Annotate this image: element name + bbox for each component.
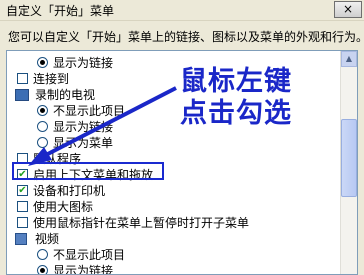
checkbox-unchecked-icon[interactable] <box>17 201 28 212</box>
list-item-label: 显示为菜单 <box>53 136 114 150</box>
list-item-label: 显示为链接 <box>53 264 114 275</box>
vertical-scrollbar[interactable]: ▲ <box>340 51 357 274</box>
list-item-checkbox[interactable]: ✔ 设备和打印机 <box>7 183 337 199</box>
radio-unselected-icon[interactable] <box>37 249 48 260</box>
list-item-label: 使用鼠标指针在菜单上暂停时打开子菜单 <box>33 216 250 230</box>
list-item-label: 不显示此项目 <box>53 248 126 262</box>
radio-unselected-icon[interactable] <box>37 121 48 132</box>
list-item-label: 录制的电视 <box>35 88 96 102</box>
list-item-checkbox[interactable]: 使用鼠标指针在菜单上暂停时打开子菜单 <box>7 215 337 231</box>
annotation-line-1: 鼠标左键 <box>180 66 292 97</box>
annotation-text: 鼠标左键 点击勾选 <box>180 66 292 130</box>
radio-selected-icon[interactable] <box>37 57 48 68</box>
checkbox-checked-icon[interactable]: ✔ <box>17 185 28 196</box>
highlight-box <box>12 162 164 180</box>
list-item-radio[interactable]: 显示为菜单 <box>7 135 337 151</box>
title-bar: 自定义「开始」菜单 × <box>0 0 364 21</box>
list-item-label: 不显示此项目 <box>53 104 126 118</box>
list-item-radio[interactable]: 不显示此项目 <box>7 247 337 263</box>
dialog-description: 您可以自定义「开始」菜单上的链接、图标以及菜单的外观和行为。 <box>8 30 364 44</box>
video-icon <box>15 233 27 245</box>
list-section-header: 视频 <box>7 231 337 247</box>
list-item-label: 设备和打印机 <box>33 184 106 198</box>
annotation-line-2: 点击勾选 <box>180 98 292 129</box>
list-item-label: 连接到 <box>33 72 70 86</box>
scroll-thumb[interactable] <box>341 119 357 197</box>
close-button[interactable]: × <box>334 1 362 18</box>
checkbox-unchecked-icon[interactable] <box>17 217 28 228</box>
scroll-up-arrow-icon[interactable]: ▲ <box>341 51 357 67</box>
radio-unselected-icon[interactable] <box>37 137 48 148</box>
window-title: 自定义「开始」菜单 <box>6 4 115 18</box>
list-item-radio[interactable]: 显示为链接 <box>7 263 337 275</box>
radio-selected-icon[interactable] <box>37 105 48 116</box>
list-item-label: 显示为链接 <box>53 56 114 70</box>
customize-start-menu-dialog: 自定义「开始」菜单 × 您可以自定义「开始」菜单上的链接、图标以及菜单的外观和行… <box>0 0 364 275</box>
radio-selected-icon[interactable] <box>37 265 48 274</box>
monitor-icon <box>15 89 29 101</box>
list-item-label: 显示为链接 <box>53 120 114 134</box>
list-item-label: 视频 <box>35 232 60 246</box>
list-item-checkbox[interactable]: 使用大图标 <box>7 199 337 215</box>
list-item-label: 使用大图标 <box>33 200 94 214</box>
checkbox-unchecked-icon[interactable] <box>17 73 28 84</box>
